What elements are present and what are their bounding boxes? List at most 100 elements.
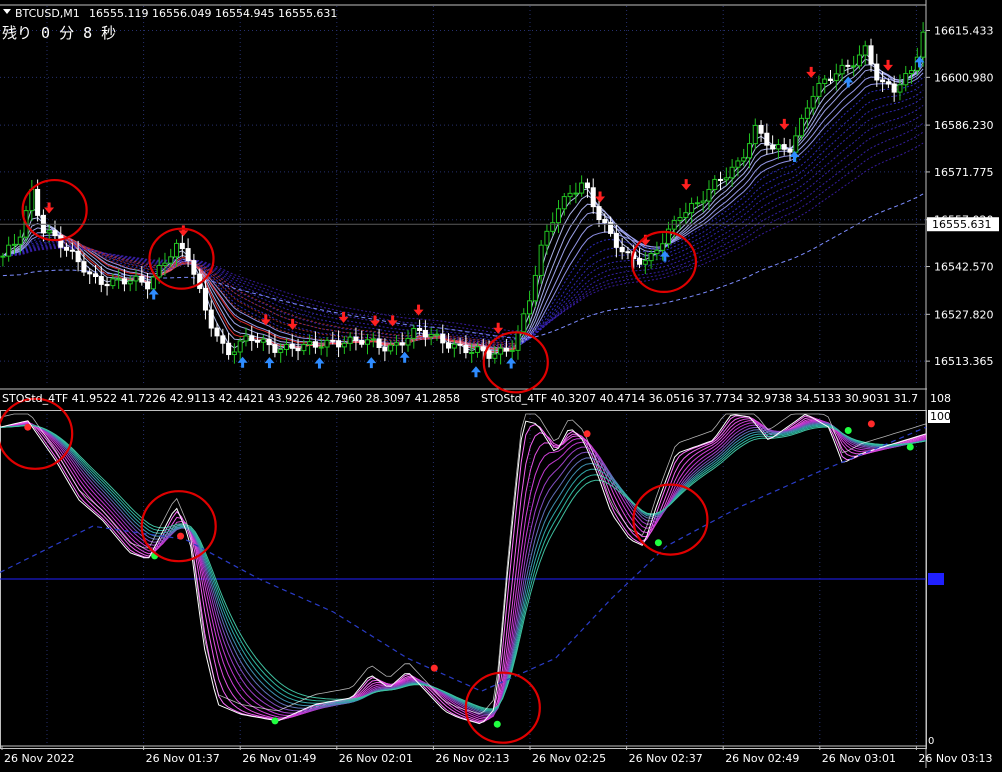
candle-body: [723, 177, 729, 181]
buy-arrow: [314, 357, 325, 369]
candle-body: [428, 334, 434, 338]
candle-body: [602, 219, 608, 224]
candle-body: [590, 187, 596, 208]
candle-body: [208, 309, 214, 329]
sell-arrow: [779, 118, 790, 130]
ma-line: [2, 122, 924, 338]
candle-body: [98, 276, 104, 285]
candle-body: [654, 249, 660, 255]
candle-body: [613, 232, 619, 248]
chart-menu-arrow-icon[interactable]: [3, 9, 11, 14]
candle-body: [69, 249, 75, 252]
candle-body: [770, 144, 776, 150]
osc-green-dot: [844, 427, 852, 434]
candle-body: [81, 261, 87, 273]
ma-line: [2, 131, 924, 336]
osc-smooth-line: [0, 419, 927, 720]
time-tick-label: 26 Nov 02:25: [532, 752, 606, 765]
candle-body: [393, 342, 399, 346]
axis-background: [927, 0, 1002, 768]
candle-body: [474, 346, 480, 353]
osc-smooth-line: [0, 422, 927, 714]
ma-red-line: [60, 236, 519, 349]
buy-arrow: [148, 288, 159, 300]
candle-body: [289, 343, 295, 349]
symbol-label: BTCUSD,M1: [15, 7, 80, 20]
sell-arrow: [44, 202, 55, 214]
candle-body: [816, 82, 822, 97]
candle-body: [718, 178, 724, 181]
candle-body: [191, 260, 197, 275]
sell-arrow: [806, 66, 817, 78]
candle-body: [388, 344, 394, 352]
candle-body: [336, 340, 342, 348]
candle-body: [636, 258, 643, 265]
candle-body: [376, 338, 382, 348]
candle-body: [116, 278, 122, 281]
osc-trend-line: [0, 426, 927, 692]
time-tick-label: 26 Nov 02:37: [629, 752, 703, 765]
candle-body: [746, 143, 753, 159]
candle-body: [226, 342, 232, 356]
candle-body: [173, 242, 180, 258]
candle-body: [405, 337, 411, 346]
time-tick-label: 26 Nov 01:37: [146, 752, 220, 765]
time-tick-label: 26 Nov 02:01: [339, 752, 413, 765]
candle-body: [318, 346, 324, 349]
candle-body: [683, 212, 689, 218]
candle-body: [810, 95, 816, 109]
chart-canvas[interactable]: 16615.433 16600.980 16586.230 16571.775 1655…: [0, 0, 1002, 768]
osc-smooth-line: [0, 422, 927, 716]
candle-body: [584, 182, 590, 189]
time-tick-label: 26 Nov 02:49: [725, 752, 799, 765]
candle-body: [544, 230, 550, 246]
candle-body: [168, 256, 174, 264]
candle-body: [162, 262, 168, 266]
osc-red-dot: [177, 532, 185, 540]
candle-body: [538, 244, 544, 276]
candle-body: [891, 83, 897, 93]
mt4-chart[interactable]: 16615.433 16600.980 16586.230 16571.775 1655…: [0, 0, 1002, 768]
candle-body: [619, 246, 625, 253]
osc-red-dot: [583, 430, 591, 438]
osc-smooth-line: [0, 424, 927, 710]
candle-body: [822, 78, 828, 84]
osc-smooth-line: [0, 424, 927, 712]
candle-body: [561, 196, 567, 210]
ma-red-line: [60, 239, 519, 348]
candle-body: [249, 335, 255, 341]
osc-values-2: STOStd_4TF 40.3207 40.4714 36.0516 37.77…: [481, 392, 918, 405]
ohlc-values: 16555.119 16556.049 16554.945 16555.631: [89, 7, 337, 20]
candle-body: [359, 339, 365, 345]
candle-body: [874, 63, 880, 81]
candle-body: [312, 341, 318, 348]
candle-body: [382, 346, 388, 352]
candle-body: [469, 351, 475, 354]
candle-body: [341, 342, 347, 348]
candle-body: [845, 64, 851, 67]
candle-body: [741, 157, 747, 162]
osc-smooth-line: [0, 420, 927, 719]
candle-body: [179, 242, 185, 250]
candle-body: [417, 327, 423, 331]
candle-body: [6, 244, 12, 257]
osc-red-dot: [867, 420, 875, 428]
candle-body: [370, 338, 376, 341]
candle-body: [255, 339, 261, 343]
ma-line: [2, 76, 924, 349]
osc-green-dot: [271, 717, 279, 725]
osc-smooth-line: [0, 416, 927, 723]
candle-body: [347, 336, 353, 344]
candle-body: [214, 327, 220, 337]
candle-body: [104, 283, 110, 287]
candle-body: [283, 343, 290, 350]
candle-body: [903, 73, 909, 86]
osc-smooth-line: [0, 421, 927, 717]
candle-body: [787, 148, 793, 153]
buy-arrow: [264, 357, 275, 369]
candle-body: [555, 208, 562, 224]
candle-body: [648, 253, 654, 262]
candle-body: [457, 343, 463, 346]
candle-body: [677, 216, 683, 222]
osc-tick-label: 108: [930, 392, 951, 405]
